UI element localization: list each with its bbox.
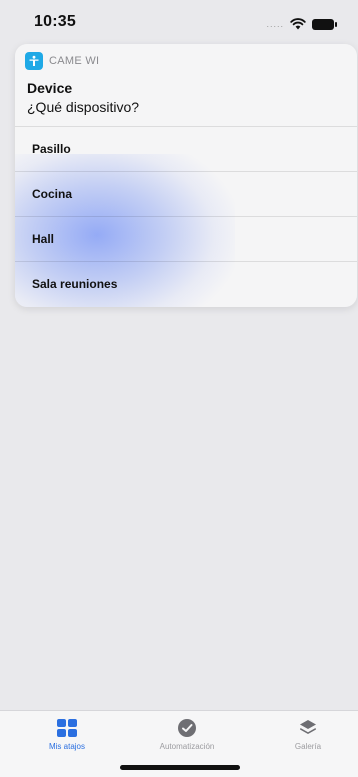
option-label: Sala reuniones (32, 277, 118, 291)
status-indicators: ..... (266, 18, 337, 30)
option-sala-reuniones[interactable]: Sala reuniones (15, 261, 357, 306)
battery-icon (312, 18, 337, 30)
home-indicator[interactable] (120, 765, 240, 770)
option-label: Pasillo (32, 142, 71, 156)
option-hall[interactable]: Hall (15, 216, 357, 261)
tab-galeria[interactable]: Galería (258, 717, 358, 751)
tab-label: Automatización (159, 742, 215, 751)
device-options-list: Pasillo Cocina Hall Sala reuniones (15, 126, 357, 306)
automation-clock-icon (178, 719, 196, 737)
layers-icon (300, 720, 316, 734)
notification-header: CAME WI (25, 52, 99, 70)
option-cocina[interactable]: Cocina (15, 171, 357, 216)
grid-icon (57, 719, 77, 737)
tab-automatizacion[interactable]: Automatización (137, 717, 237, 751)
tab-label: Mis atajos (48, 742, 85, 751)
tab-label: Galería (294, 742, 322, 751)
status-bar: 10:35 ..... (0, 0, 358, 44)
option-pasillo[interactable]: Pasillo (15, 126, 357, 171)
signal-icon: ..... (266, 19, 284, 29)
tab-mis-atajos[interactable]: Mis atajos (17, 717, 117, 751)
option-label: Cocina (32, 187, 73, 201)
wifi-icon (290, 18, 306, 30)
prompt-title: Device (27, 80, 73, 96)
option-label: Hall (32, 232, 55, 246)
came-app-icon (25, 52, 43, 70)
status-time: 10:35 (34, 13, 76, 30)
app-name: CAME WI (49, 55, 100, 67)
shortcut-prompt-card: CAME WI Device ¿Qué dispositivo? Pasillo… (15, 44, 357, 307)
prompt-question: ¿Qué dispositivo? (27, 99, 140, 115)
